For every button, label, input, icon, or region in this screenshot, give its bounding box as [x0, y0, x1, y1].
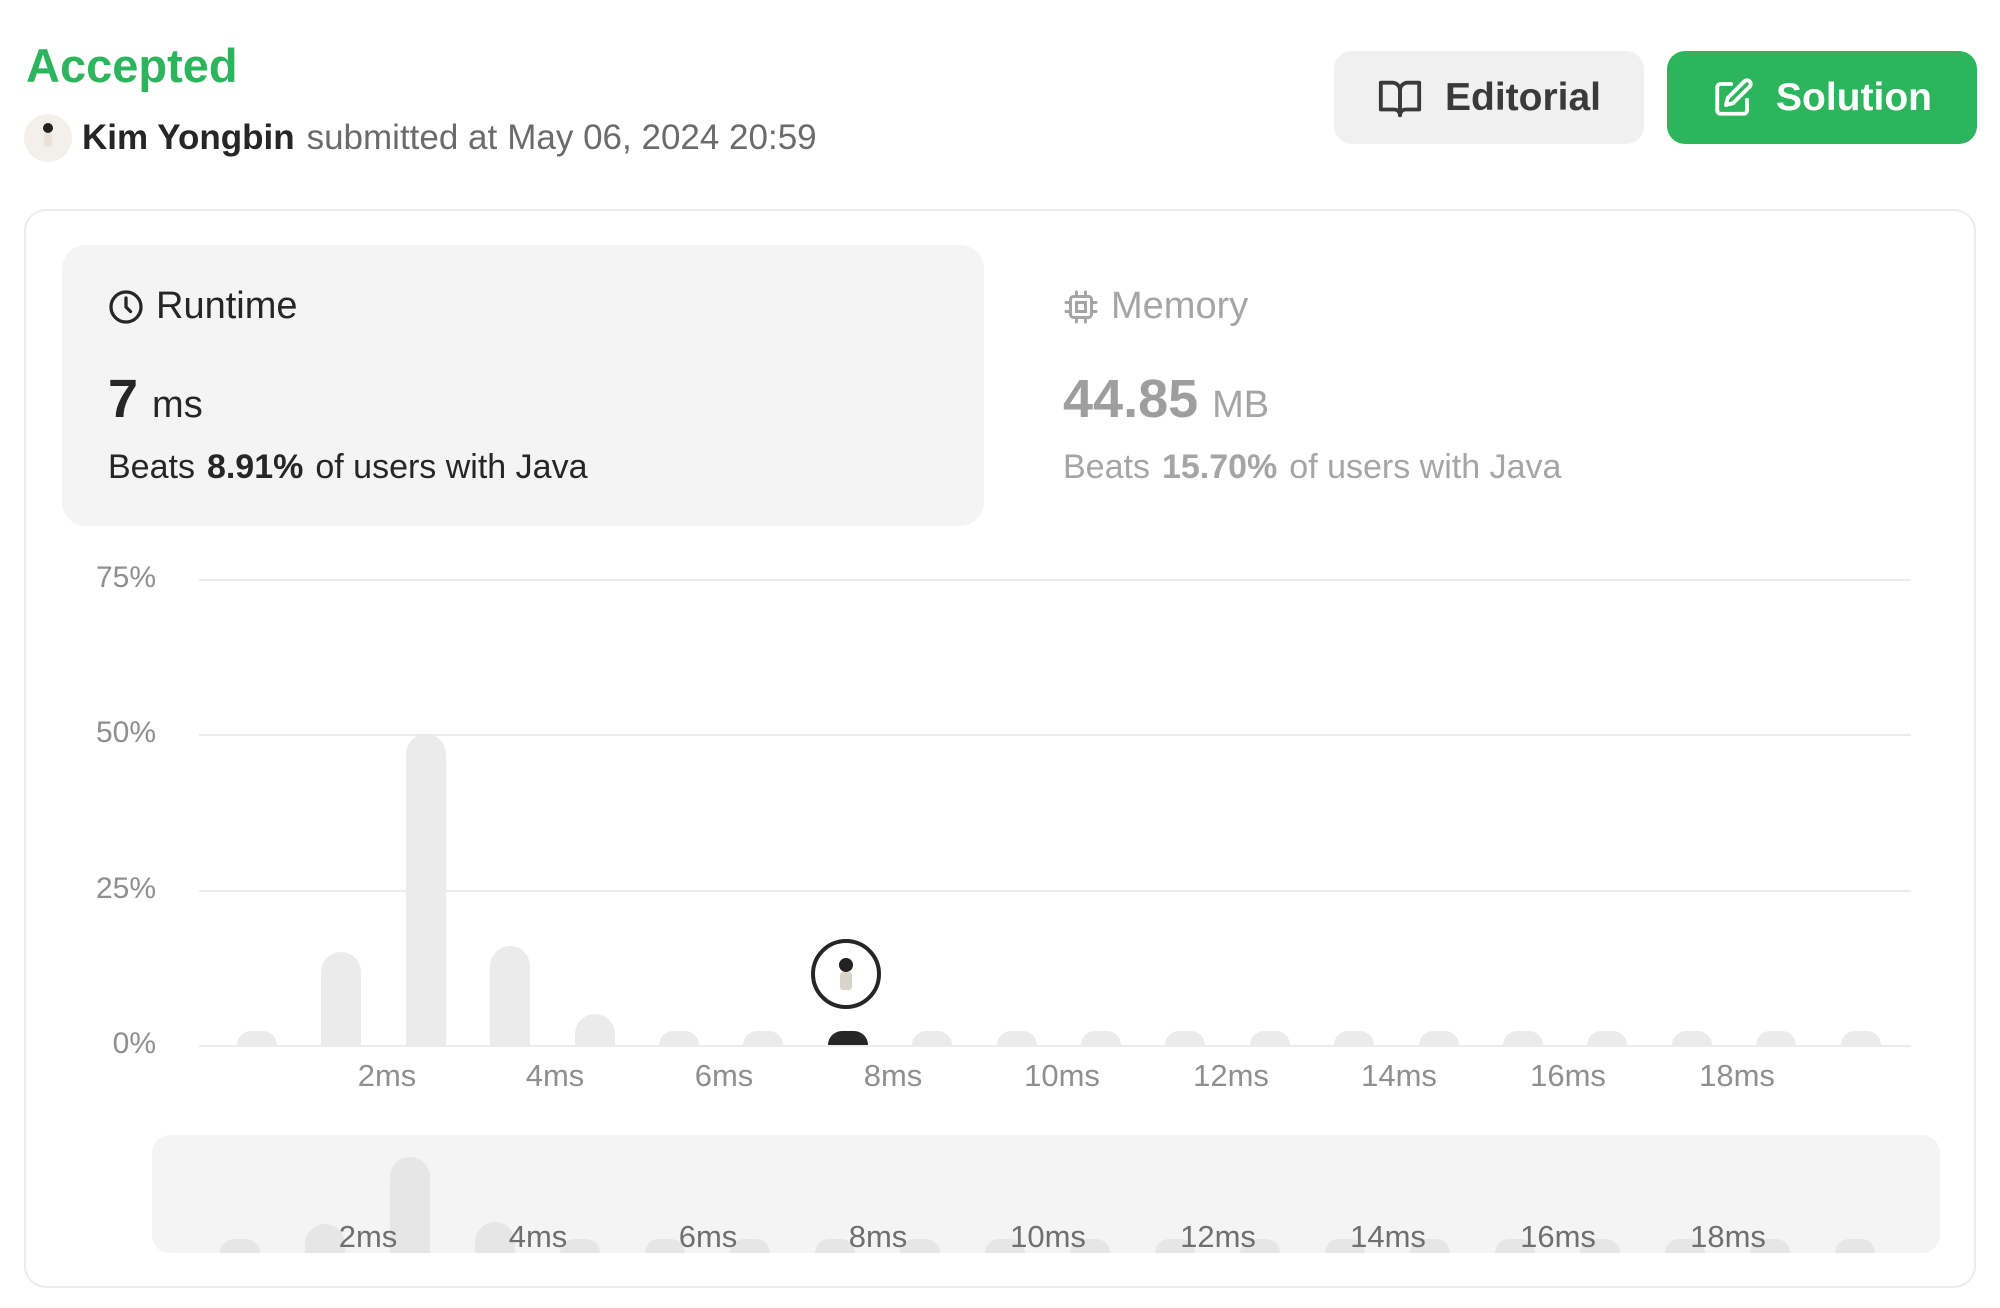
- x-tick-label: 8ms: [863, 1058, 923, 1093]
- runtime-bar[interactable]: [1334, 1031, 1374, 1045]
- distribution-overview[interactable]: 2ms 4ms 6ms 8ms 10ms 12ms 14ms 16ms 18ms: [152, 1135, 1940, 1253]
- memory-beats-prefix: Beats: [1063, 448, 1150, 486]
- y-tick-label: 50%: [95, 716, 156, 749]
- solution-label: Solution: [1776, 75, 1932, 119]
- submitted-label: submitted at: [306, 118, 498, 157]
- overview-tick-label: 12ms: [1180, 1219, 1256, 1253]
- y-tick-label: 75%: [95, 561, 156, 594]
- y-tick-label: 25%: [95, 872, 156, 905]
- runtime-bar[interactable]: [912, 1031, 952, 1045]
- runtime-unit: ms: [152, 384, 203, 426]
- runtime-bar[interactable]: [743, 1031, 783, 1045]
- editorial-label: Editorial: [1444, 75, 1602, 119]
- grid-line: [199, 1045, 1911, 1047]
- book-open-icon: [1378, 80, 1422, 117]
- overview-tick-label: 10ms: [1010, 1219, 1086, 1253]
- runtime-beats-suffix: of users with Java: [315, 448, 588, 486]
- runtime-bar[interactable]: [1841, 1031, 1881, 1045]
- runtime-bar[interactable]: [406, 734, 446, 1045]
- memory-title: Memory: [1111, 285, 1249, 327]
- runtime-card[interactable]: Runtime 7 ms Beats 8.91% of users with J…: [62, 245, 984, 526]
- memory-beats-suffix: of users with Java: [1289, 448, 1562, 486]
- submission-status: Accepted: [26, 39, 238, 92]
- x-tick-label: 16ms: [1530, 1058, 1606, 1093]
- user-avatar[interactable]: [24, 114, 72, 162]
- runtime-bar[interactable]: [490, 946, 530, 1045]
- runtime-bar[interactable]: [1587, 1031, 1627, 1045]
- x-tick-label: 18ms: [1699, 1058, 1775, 1093]
- username-link[interactable]: Kim Yongbin: [82, 118, 295, 158]
- runtime-beats-pct: 8.91%: [206, 448, 304, 486]
- x-tick-label: 14ms: [1361, 1058, 1437, 1093]
- overview-tick-label: 4ms: [508, 1219, 568, 1253]
- runtime-bar[interactable]: [1165, 1031, 1205, 1045]
- edit-icon: [1715, 77, 1753, 116]
- memory-beats-pct: 15.70%: [1161, 448, 1278, 486]
- x-tick-label: 2ms: [357, 1058, 417, 1093]
- runtime-bar[interactable]: [1503, 1031, 1543, 1045]
- overview-tick-label: 18ms: [1690, 1219, 1766, 1253]
- memory-value: 44.85: [1063, 369, 1199, 429]
- overview-tick-label: 6ms: [678, 1219, 738, 1253]
- overview-tick-label: 8ms: [848, 1219, 908, 1253]
- overview-tick-label: 14ms: [1350, 1219, 1426, 1253]
- overview-bar: [220, 1239, 260, 1253]
- runtime-bar[interactable]: [1419, 1031, 1459, 1045]
- runtime-bar[interactable]: [237, 1031, 277, 1045]
- x-tick-label: 12ms: [1193, 1058, 1269, 1093]
- solution-button[interactable]: Solution: [1667, 51, 1977, 144]
- clock-icon: [109, 289, 143, 324]
- runtime-bar[interactable]: [1672, 1031, 1712, 1045]
- runtime-value: 7: [108, 369, 139, 429]
- grid-line: [199, 579, 1911, 581]
- submission-info: Kim Yongbin submitted at May 06, 2024 20…: [24, 112, 817, 164]
- runtime-bar[interactable]: [1250, 1031, 1290, 1045]
- runtime-bar[interactable]: [1756, 1031, 1796, 1045]
- your-submission-marker[interactable]: [811, 939, 881, 1009]
- memory-unit: MB: [1212, 384, 1270, 426]
- x-tick-label: 6ms: [694, 1058, 754, 1093]
- grid-line: [199, 734, 1911, 736]
- runtime-bar[interactable]: [321, 952, 361, 1045]
- overview-bar: [1835, 1239, 1875, 1253]
- memory-card[interactable]: Memory 44.85 MB Beats 15.70% of users wi…: [1017, 245, 1939, 526]
- x-tick-label: 4ms: [525, 1058, 585, 1093]
- submitted-time: May 06, 2024 20:59: [507, 118, 817, 157]
- runtime-bar[interactable]: [659, 1031, 699, 1045]
- runtime-beats-prefix: Beats: [108, 448, 195, 486]
- overview-tick-label: 16ms: [1520, 1219, 1596, 1253]
- active-runtime-bar[interactable]: [828, 1031, 868, 1045]
- editorial-button[interactable]: Editorial: [1334, 51, 1644, 144]
- cpu-icon: [1064, 290, 1098, 323]
- overview-tick-label: 2ms: [338, 1219, 398, 1253]
- runtime-bar[interactable]: [997, 1031, 1037, 1045]
- grid-line: [199, 890, 1911, 892]
- x-tick-label: 10ms: [1024, 1058, 1100, 1093]
- y-tick-label: 0%: [112, 1027, 156, 1060]
- runtime-title: Runtime: [156, 285, 298, 327]
- runtime-bar[interactable]: [1081, 1031, 1121, 1045]
